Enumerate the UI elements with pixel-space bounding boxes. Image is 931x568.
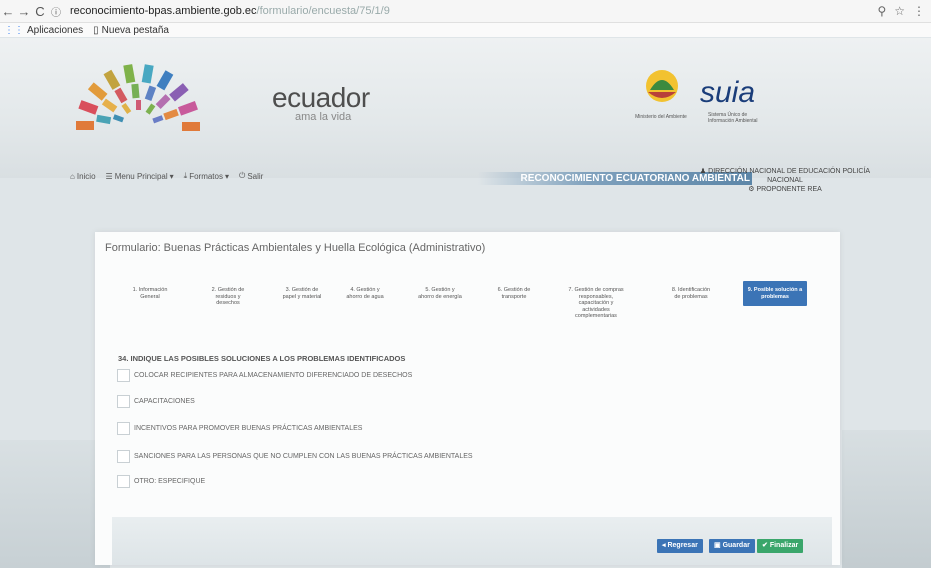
- user-info: ♟ DIRECCIÓN NACIONAL DE EDUCACIÓN POLICÍ…: [685, 167, 885, 194]
- menu-formatos[interactable]: ⤓ Formatos ▾: [184, 171, 229, 181]
- background-photo-left: [0, 440, 110, 568]
- option-label: CAPACITACIONES: [134, 398, 195, 405]
- form-footer: ◂ Regresar ▣ Guardar ✔ Finalizar: [112, 517, 832, 565]
- power-icon: ⏻: [239, 171, 246, 180]
- option-label: OTRO: ESPECIFIQUE: [134, 478, 206, 485]
- option-row: SANCIONES PARA LAS PERSONAS QUE NO CUMPL…: [117, 450, 473, 463]
- menu-formatos-label: Formatos: [189, 171, 223, 181]
- download-icon: ⤓: [183, 171, 188, 180]
- step-1[interactable]: 1. Información General: [129, 287, 171, 300]
- option-checkbox[interactable]: [117, 475, 130, 488]
- option-row: CAPACITACIONES: [117, 395, 195, 408]
- gear-icon: ⚙: [748, 186, 755, 193]
- check-icon: ✔: [762, 542, 768, 549]
- menu-salir[interactable]: ⏻ Salir: [239, 171, 263, 181]
- wizard-steps: 1. Información General 2. Gestión de res…: [129, 281, 829, 327]
- save-button[interactable]: ▣ Guardar: [709, 539, 755, 553]
- menu-salir-label: Salir: [247, 171, 264, 181]
- step-7[interactable]: 7. Gestión de compras responsables, capa…: [565, 287, 627, 320]
- browser-toolbar: ← → C ⓘ reconocimiento-bpas.ambiente.gob…: [0, 0, 931, 23]
- ecuador-tagline: ama la vida: [295, 111, 352, 123]
- option-row: OTRO: ESPECIFIQUE: [117, 475, 205, 488]
- user-line-2: PROPONENTE REA: [756, 186, 822, 193]
- menu-principal[interactable]: ☰ Menu Principal ▾: [106, 172, 174, 181]
- step-8[interactable]: 8. Identificación de problemas: [669, 287, 713, 300]
- bookmark-apps-label: Aplicaciones: [27, 24, 84, 36]
- bookmark-new-tab-label: Nueva pestaña: [101, 24, 169, 36]
- option-label: SANCIONES PARA LAS PERSONAS QUE NO CUMPL…: [134, 453, 473, 460]
- finish-button-label: Finalizar: [769, 542, 799, 549]
- step-2[interactable]: 2. Gestión de residuos y desechos: [207, 287, 249, 307]
- back-arrow-icon[interactable]: ←: [0, 4, 16, 19]
- form-panel: Formulario: Buenas Prácticas Ambientales…: [95, 232, 840, 565]
- back-button-label: Regresar: [667, 542, 698, 549]
- url-path: /formulario/encuesta/75/1/9: [256, 5, 390, 17]
- option-checkbox[interactable]: [117, 450, 130, 463]
- star-icon[interactable]: ☆: [894, 4, 905, 18]
- option-row: COLOCAR RECIPIENTES PARA ALMACENAMIENTO …: [117, 369, 412, 382]
- home-icon: ⌂: [70, 171, 75, 181]
- apps-grid-icon: ⋮⋮: [4, 24, 24, 36]
- suia-logo-text: suia: [700, 76, 756, 109]
- form-title: Formulario: Buenas Prácticas Ambientales…: [105, 242, 486, 254]
- save-button-label: Guardar: [722, 542, 750, 549]
- zoom-icon[interactable]: ⚲: [877, 4, 886, 18]
- step-6[interactable]: 6. Gestión de transporte: [495, 287, 533, 300]
- option-checkbox[interactable]: [117, 395, 130, 408]
- info-icon: ⓘ: [51, 7, 61, 19]
- menu-dots-icon[interactable]: ⋮: [913, 4, 925, 18]
- option-checkbox[interactable]: [117, 422, 130, 435]
- step-3[interactable]: 3. Gestión de papel y material: [279, 287, 325, 300]
- address-bar[interactable]: reconocimiento-bpas.ambiente.gob.ec/form…: [70, 5, 390, 17]
- arrow-left-icon: ◂: [662, 542, 666, 549]
- bookmarks-bar: ⋮⋮ Aplicaciones ▯ Nueva pestaña: [0, 23, 931, 37]
- ministry-text: Ministerio del Ambiente: [635, 114, 687, 120]
- forward-arrow-icon[interactable]: →: [16, 4, 32, 19]
- list-icon: ☰: [105, 171, 113, 181]
- back-button[interactable]: ◂ Regresar: [657, 539, 703, 553]
- save-icon: ▣: [714, 542, 721, 549]
- user-line-1: DIRECCIÓN NACIONAL DE EDUCACIÓN POLICÍA …: [708, 168, 871, 184]
- bookmark-new-tab[interactable]: ▯ Nueva pestaña: [93, 25, 169, 36]
- question-34: 34. INDIQUE LAS POSIBLES SOLUCIONES A LO…: [118, 354, 406, 363]
- url-host: reconocimiento-bpas.ambiente.gob.ec: [70, 5, 257, 17]
- step-4[interactable]: 4. Gestión y ahorro de agua: [345, 287, 385, 300]
- ecuador-logo-text: ecuador: [272, 82, 370, 113]
- step-5[interactable]: 5. Gestión y ahorro de energía: [417, 287, 463, 300]
- caret-down-icon: ▾: [169, 171, 174, 181]
- bookmark-apps[interactable]: ⋮⋮ Aplicaciones: [4, 25, 83, 36]
- menu-home-label: Inicio: [76, 171, 96, 181]
- background-photo-right: [842, 430, 931, 568]
- option-row: INCENTIVOS PARA PROMOVER BUENAS PRÁCTICA…: [117, 422, 362, 435]
- suia-subtitle: Sistema Único de Información Ambiental: [708, 112, 758, 124]
- menu-home[interactable]: ⌂ Inicio: [70, 172, 96, 181]
- user-icon: ♟: [699, 168, 707, 175]
- menu-principal-label: Menu Principal: [114, 171, 168, 181]
- main-menu: ⌂ Inicio ☰ Menu Principal ▾ ⤓ Formatos ▾ ⏻ Sal…: [70, 167, 870, 193]
- page-icon: ▯: [93, 24, 99, 36]
- option-checkbox[interactable]: [117, 369, 130, 382]
- caret-down-icon: ▾: [224, 171, 229, 181]
- step-9-active[interactable]: 9. Posible solución a problemas: [743, 281, 807, 306]
- finish-button[interactable]: ✔ Finalizar: [757, 539, 804, 553]
- reload-icon[interactable]: C: [32, 4, 48, 19]
- site-banner: ecuador ama la vida Ministerio del Ambie…: [0, 38, 931, 185]
- option-label: INCENTIVOS PARA PROMOVER BUENAS PRÁCTICA…: [134, 425, 363, 432]
- option-label: COLOCAR RECIPIENTES PARA ALMACENAMIENTO …: [134, 372, 413, 379]
